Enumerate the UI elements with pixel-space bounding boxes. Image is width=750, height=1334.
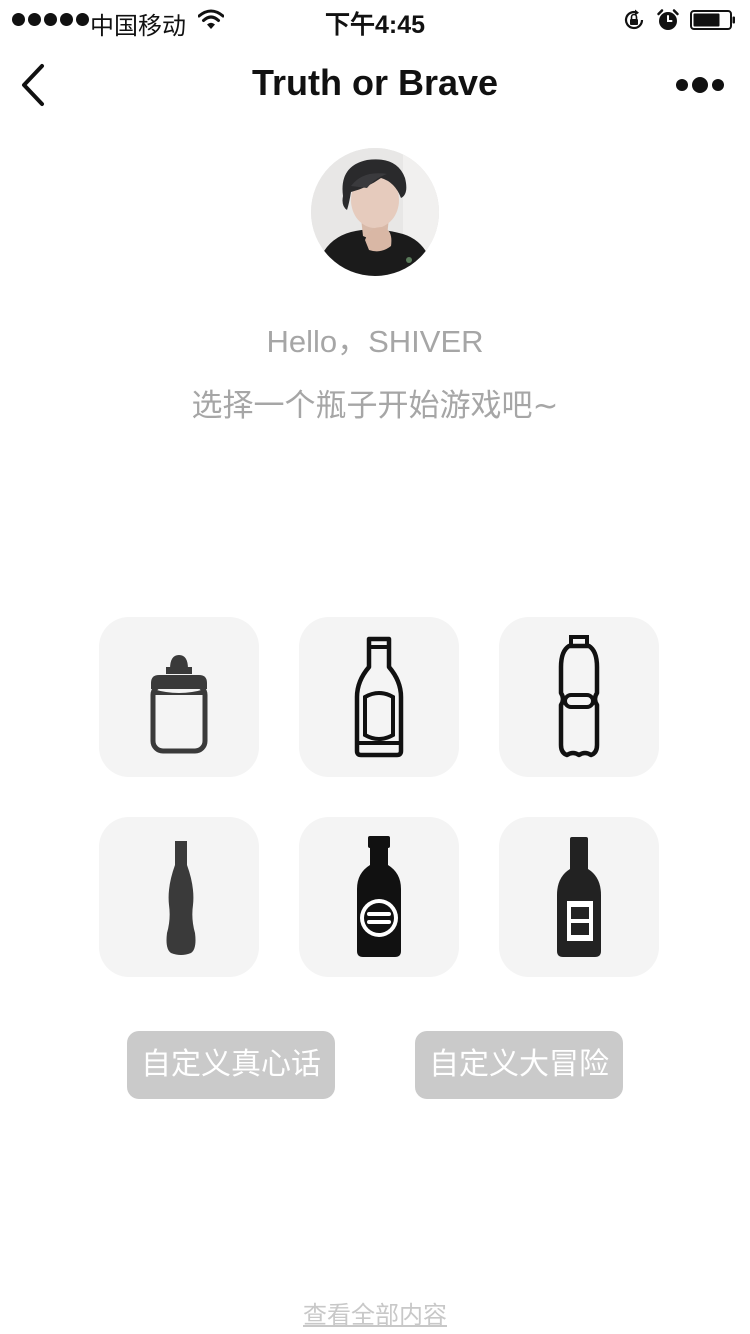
baby-bottle-icon (150, 655, 208, 754)
cola-bottle-icon (166, 841, 196, 955)
avatar-photo (311, 148, 439, 276)
greeting-text: Hello，SHIVER (266, 324, 484, 359)
status-bar: 中国移动 下午4:45 (0, 0, 750, 40)
bottle-option-2[interactable] (299, 617, 459, 777)
nav-bar: Truth or Brave (0, 40, 750, 128)
page-title: Truth or Brave (251, 62, 499, 103)
more-dots-icon[interactable] (674, 74, 726, 96)
bottle-option-3[interactable] (499, 617, 659, 777)
orientation-lock-icon (624, 9, 644, 30)
battery-icon (690, 10, 735, 30)
bottle-option-5[interactable] (299, 817, 459, 977)
custom-dare-button[interactable]: 自定义大冒险 (415, 1031, 623, 1099)
custom-truth-button[interactable]: 自定义真心话 (127, 1031, 335, 1099)
bottle-option-4[interactable] (99, 817, 259, 977)
water-bottle-icon (558, 635, 600, 758)
whiskey-bottle-icon (357, 836, 401, 957)
bottle-option-1[interactable] (99, 617, 259, 777)
beer-bottle-icon (354, 636, 404, 758)
view-all-link[interactable]: 查看全部内容 (0, 1295, 750, 1330)
instruction-text: 选择一个瓶子开始游戏吧~ (191, 388, 559, 424)
bottle-option-6[interactable] (499, 817, 659, 977)
screen: 中国移动 下午4:45 Truth or Brave Hello，SHIVER … (0, 0, 750, 1334)
wine-bottle-icon (557, 837, 601, 957)
avatar (311, 148, 439, 276)
alarm-icon (657, 9, 679, 30)
